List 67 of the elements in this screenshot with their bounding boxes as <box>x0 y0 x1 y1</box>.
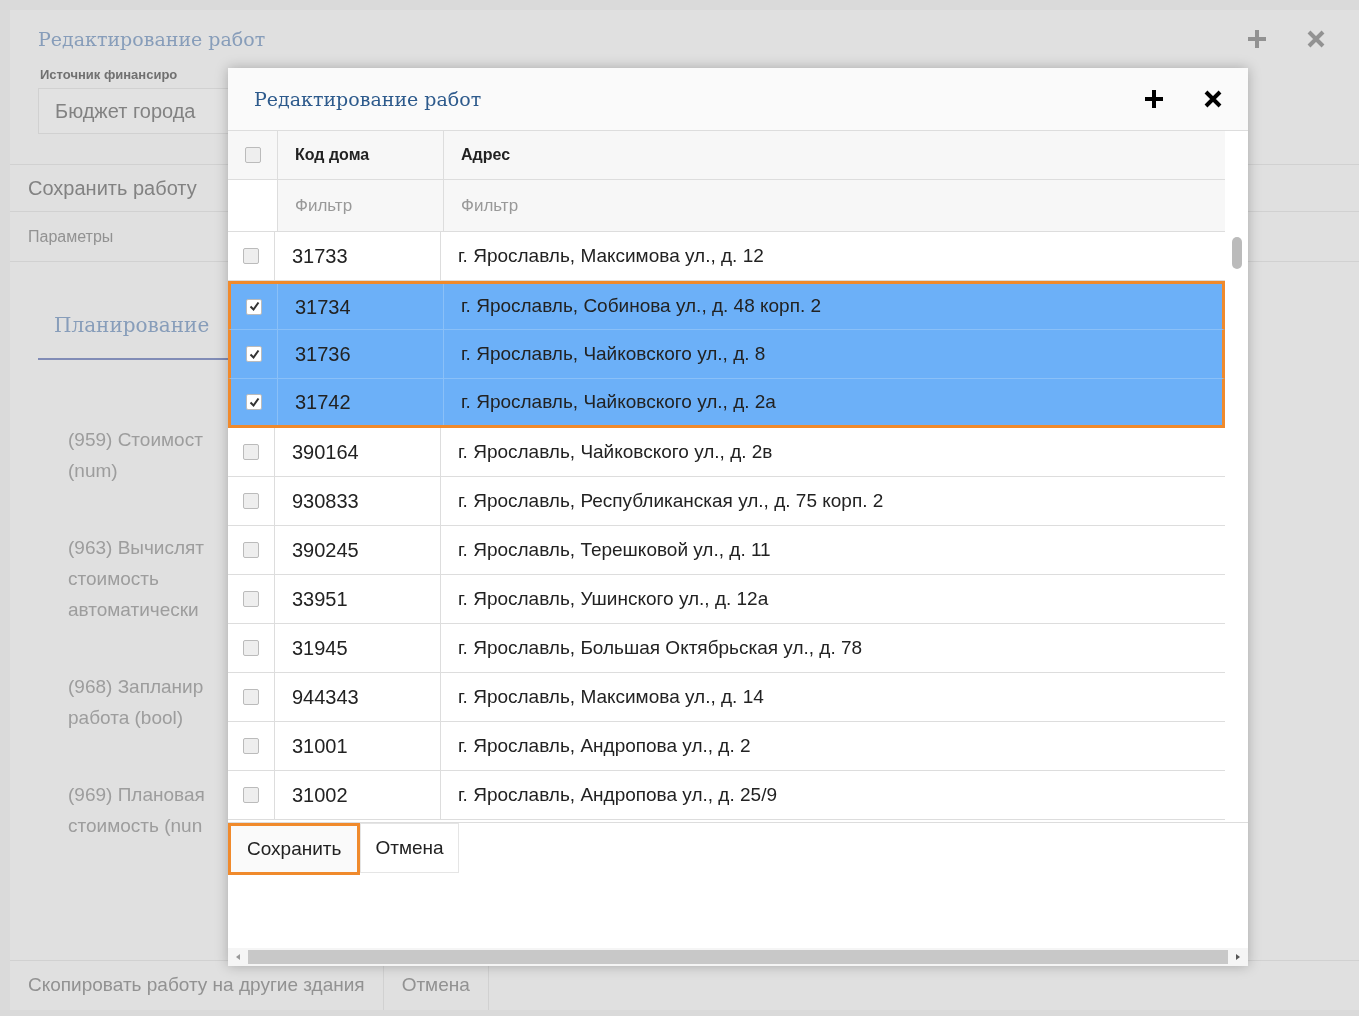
checkbox[interactable] <box>243 444 259 460</box>
scrollbar-thumb[interactable] <box>248 950 1228 964</box>
table-cell-text: г. Ярославль, Чайковского ул., д. 2в <box>458 439 773 464</box>
select-all-checkbox[interactable] <box>244 147 261 163</box>
table-cell-text: 390245 <box>292 538 359 563</box>
table-row[interactable]: 31733 г. Ярославль, Максимова ул., д. 12 <box>228 232 1225 281</box>
table-row[interactable]: 31736 г. Ярославль, Чайковского ул., д. 8 <box>228 330 1225 379</box>
checkbox[interactable] <box>246 298 262 315</box>
add-icon[interactable] <box>1144 89 1164 109</box>
table-cell-text: г. Ярославль, Чайковского ул., д. 2а <box>461 389 776 414</box>
table-cell-text: 31736 <box>295 342 351 367</box>
table-row[interactable]: 930833 г. Ярославль, Республиканская ул., д. 75 корп. 2 <box>228 477 1225 526</box>
table-row[interactable]: 390245 г. Ярославль, Терешковой ул., д. 11 <box>228 526 1225 575</box>
parameter-label: (969) Плановая стоимость (nun <box>68 783 205 838</box>
table-cell-text: г. Ярославль, Чайковского ул., д. 8 <box>461 341 766 366</box>
checkbox[interactable] <box>243 248 259 264</box>
cancel-button[interactable]: Отмена <box>360 823 459 873</box>
table-row[interactable]: 31945 г. Ярославль, Большая Октябрьская ул., д. 78 <box>228 624 1225 673</box>
table-cell-text: 930833 <box>292 489 359 514</box>
parameter-label: (968) Запланир работа (bool) <box>68 675 204 730</box>
table-cell-text: г. Ярославль, Андропова ул., д. 2 <box>458 733 751 758</box>
parameter-label: (963) Вычислят стоимость автоматически <box>68 536 205 622</box>
column-header[interactable]: Код дома <box>295 143 370 167</box>
table-cell-text: 390164 <box>292 440 359 465</box>
checkbox[interactable] <box>243 738 259 754</box>
checkbox[interactable] <box>243 493 259 509</box>
dialog-title: Редактирование работ <box>254 86 482 112</box>
table-cell-text: г. Ярославль, Терешковой ул., д. 11 <box>458 537 771 562</box>
table-cell-text: г. Ярославль, Максимова ул., д. 12 <box>458 243 764 268</box>
table-row[interactable]: 944343 г. Ярославль, Максимова ул., д. 14 <box>228 673 1225 722</box>
table-cell-text: 31734 <box>295 294 351 320</box>
checkbox[interactable] <box>243 787 259 803</box>
window-title: Редактирование работ <box>38 26 266 52</box>
table-cell-text: г. Ярославль, Собинова ул., д. 48 корп. 2 <box>461 294 822 319</box>
table-cell-text: г. Ярославль, Андропова ул., д. 25/9 <box>458 782 777 807</box>
column-header[interactable]: Адрес <box>461 143 511 167</box>
checkbox[interactable] <box>243 640 259 656</box>
table-cell-text: 31002 <box>292 783 348 808</box>
parameter-label: (959) Стоимост (num) <box>68 428 203 483</box>
scrollbar-thumb[interactable] <box>1231 237 1242 269</box>
checkbox[interactable] <box>246 394 262 410</box>
table-row[interactable]: 390164 г. Ярославль, Чайковского ул., д. 2в <box>228 428 1225 477</box>
checkbox[interactable] <box>246 346 262 362</box>
checkbox[interactable] <box>243 689 259 705</box>
table-row[interactable]: 33951 г. Ярославль, Ушинского ул., д. 12а <box>228 575 1225 624</box>
table-cell-text: г. Ярославль, Республиканская ул., д. 75 корп. 2 <box>458 488 884 513</box>
table-cell-text: г. Ярославль, Ушинского ул., д. 12а <box>458 586 769 611</box>
table-cell-text: г. Ярославль, Максимова ул., д. 14 <box>458 684 764 709</box>
table-cell-text: 31742 <box>295 390 351 415</box>
table-row[interactable]: 31742 г. Ярославль, Чайковского ул., д. 2а <box>228 379 1225 428</box>
table-row[interactable]: 31001 г. Ярославль, Андропова ул., д. 2 <box>228 722 1225 771</box>
table-cell-text: 31945 <box>292 636 348 661</box>
table-row[interactable]: 31002 г. Ярославль, Андропова ул., д. 25/9 <box>228 771 1225 820</box>
filter-field[interactable]: Фильтр <box>444 180 1225 231</box>
close-icon[interactable] <box>1204 90 1222 108</box>
filter-field[interactable]: Фильтр <box>278 180 444 231</box>
table-cell-text: 944343 <box>292 685 359 710</box>
section-title: Параметры <box>28 226 114 247</box>
checkbox[interactable] <box>243 591 259 607</box>
save-button[interactable]: Сохранить <box>228 823 361 875</box>
table-cell-text: 31001 <box>292 734 348 759</box>
table-cell-text: г. Ярославль, Большая Октябрьская ул., д. 78 <box>458 635 863 660</box>
table-cell-text: 33951 <box>292 587 348 612</box>
field-label: Источник финансиро <box>40 68 179 82</box>
table-row[interactable]: 31734 г. Ярославль, Собинова ул., д. 48 корп. 2 <box>228 281 1225 330</box>
checkbox[interactable] <box>243 542 259 558</box>
table-cell-text: 31733 <box>292 244 348 269</box>
